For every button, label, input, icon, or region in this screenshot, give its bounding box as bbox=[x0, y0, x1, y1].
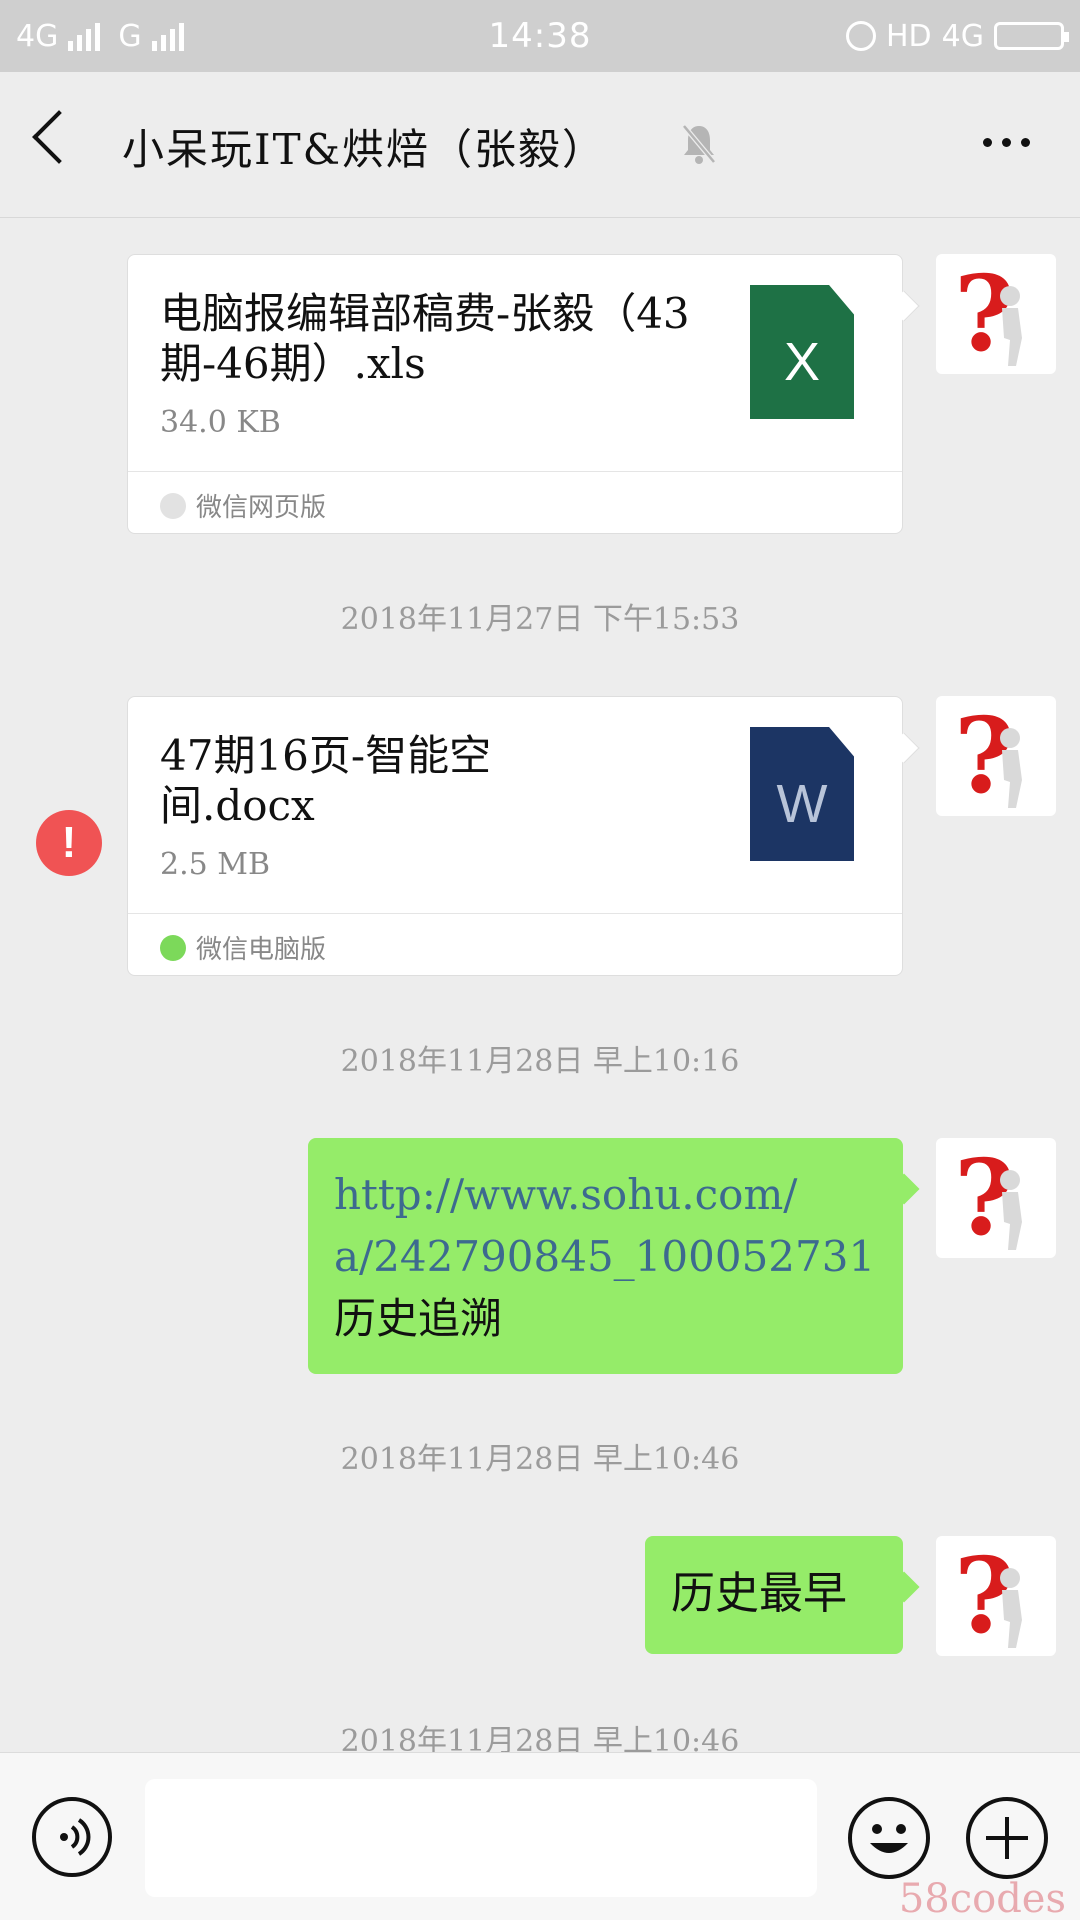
file-source: 微信电脑版 bbox=[160, 929, 326, 966]
wechat-icon bbox=[160, 934, 186, 961]
send-failed-icon[interactable]: ! bbox=[36, 810, 102, 876]
file-size: 34.0 KB bbox=[160, 405, 281, 440]
signal-icon-2 bbox=[151, 21, 184, 51]
message-link-line-1[interactable]: http://www.sohu.com/ bbox=[334, 1164, 877, 1226]
clock: 14:38 bbox=[488, 16, 592, 56]
text-message-link[interactable]: http://www.sohu.com/ a/242790845_1000527… bbox=[308, 1138, 920, 1374]
avatar[interactable]: ? bbox=[936, 1138, 1056, 1258]
more-dots-icon[interactable] bbox=[983, 138, 1030, 147]
file-message-docx[interactable]: 47期16页-智能空间.docx 2.5 MB W 微信电脑版 bbox=[127, 696, 920, 976]
timestamp: 2018年11月27日 下午15:53 bbox=[340, 602, 740, 637]
hd-indicator: HD bbox=[885, 18, 932, 54]
status-bar: 4G G 14:38 HD 4G bbox=[0, 0, 1080, 72]
chat-title: 小呆玩IT&烘焙（张毅） bbox=[122, 125, 606, 174]
text-message[interactable]: 历史最早 bbox=[645, 1536, 920, 1654]
alarm-icon bbox=[845, 21, 876, 51]
avatar[interactable]: ? bbox=[936, 254, 1056, 374]
file-name: 47期16页-智能空间.docx bbox=[160, 731, 492, 830]
signal-icon bbox=[68, 21, 101, 51]
file-source: 微信网页版 bbox=[160, 487, 326, 524]
message-text: 历史追溯 bbox=[334, 1294, 503, 1343]
chevron-left-icon[interactable] bbox=[32, 110, 86, 164]
file-size: 2.5 MB bbox=[160, 847, 271, 882]
excel-file-icon: X bbox=[750, 285, 854, 419]
plus-icon[interactable] bbox=[966, 1797, 1048, 1879]
web-wechat-icon bbox=[160, 492, 186, 519]
battery-icon bbox=[994, 22, 1069, 50]
status-right: HD 4G bbox=[845, 18, 1069, 54]
timestamp: 2018年11月28日 早上10:16 bbox=[340, 1044, 740, 1079]
network-type-2: G bbox=[118, 18, 142, 54]
timestamp: 2018年11月28日 早上10:46 bbox=[340, 1442, 740, 1477]
watermark: 58codes bbox=[898, 1876, 1066, 1920]
status-left: 4G G bbox=[16, 19, 192, 54]
avatar[interactable]: ? bbox=[936, 696, 1056, 816]
message-text: 历史最早 bbox=[671, 1568, 847, 1619]
chat-header: 小呆玩IT&烘焙（张毅） bbox=[0, 72, 1080, 218]
message-link-line-2[interactable]: a/242790845_100052731 bbox=[334, 1226, 877, 1288]
voice-icon[interactable] bbox=[32, 1797, 112, 1877]
word-file-icon: W bbox=[750, 727, 854, 861]
file-source-label: 微信网页版 bbox=[196, 493, 327, 523]
network-type-right: 4G bbox=[941, 18, 984, 54]
file-name: 电脑报编辑部稿费-张毅（43期-46期）.xls bbox=[160, 289, 690, 388]
bell-off-icon bbox=[682, 124, 716, 164]
emoji-icon[interactable] bbox=[848, 1797, 930, 1879]
file-source-label: 微信电脑版 bbox=[196, 935, 327, 965]
file-message-xls[interactable]: 电脑报编辑部稿费-张毅（43期-46期）.xls 34.0 KB X 微信网页版 bbox=[127, 254, 920, 534]
avatar[interactable]: ? bbox=[936, 1536, 1056, 1656]
network-type-1: 4G bbox=[16, 18, 59, 54]
message-input[interactable] bbox=[145, 1779, 817, 1897]
